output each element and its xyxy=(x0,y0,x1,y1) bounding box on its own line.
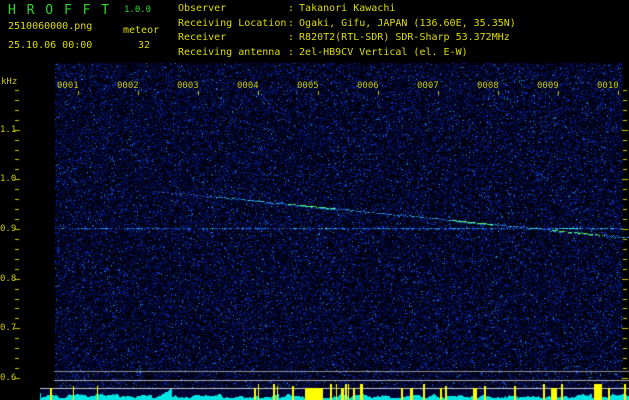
station-info-row: Receiving antenna:2el-HB9CV Vertical (el… xyxy=(178,46,516,61)
time-tick-label: 0003 xyxy=(177,81,199,91)
output-filename: 2510060000.png xyxy=(8,21,93,32)
freq-tick-label: 0.8 xyxy=(0,274,17,284)
station-info-block: Observer: Takanori Kawachi Receiving Locat… xyxy=(178,2,516,61)
freq-tick-label: 0.7 xyxy=(0,323,17,333)
info-label: Receiver xyxy=(178,32,227,44)
time-tick-label: 0009 xyxy=(537,81,559,91)
station-info-row: Receiving Location: Ogaki, Gifu, JAPAN (1… xyxy=(178,17,516,32)
hrofft-screen: H R O F F T 1.0.0 2510060000.png meteor … xyxy=(0,0,629,400)
freq-tick-label: 1.1 xyxy=(0,125,17,135)
info-separator: : xyxy=(288,17,295,29)
info-label: Receiving antenna xyxy=(178,47,281,59)
freq-axis-unit: kHz xyxy=(1,77,18,87)
info-value: Ogaki, Gifu, JAPAN (136.60E, 35.35N) xyxy=(299,17,516,29)
info-separator: : xyxy=(288,32,295,44)
station-info-row: Observer: Takanori Kawachi xyxy=(178,2,516,17)
record-timestamp: 25.10.06 00:00 xyxy=(8,40,93,51)
time-tick-label: 0010 xyxy=(597,81,619,91)
time-tick-label: 0007 xyxy=(417,81,439,91)
time-tick-label: 0005 xyxy=(297,81,319,91)
app-version: 1.0.0 xyxy=(124,5,152,15)
mode-label: meteor xyxy=(123,25,160,36)
info-separator: : xyxy=(288,3,295,14)
info-label: Receiving Location xyxy=(178,17,287,29)
time-tick-label: 0001 xyxy=(57,81,79,91)
freq-tick-label: 1.0 xyxy=(0,174,17,184)
app-title: H R O F F T xyxy=(8,3,111,18)
freq-tick-label: 0.6 xyxy=(0,373,17,383)
time-tick-label: 0002 xyxy=(117,81,139,91)
station-info-row: Receiver: R820T2(RTL-SDR) SDR-Sharp 53.37… xyxy=(178,31,516,46)
echo-count: 32 xyxy=(138,40,151,51)
info-separator: : xyxy=(288,47,295,59)
freq-tick-label: 0.9 xyxy=(0,224,17,234)
time-tick-label: 0008 xyxy=(477,81,499,91)
info-value: Takanori Kawachi xyxy=(299,3,396,14)
info-value: R820T2(RTL-SDR) SDR-Sharp 53.372MHz xyxy=(299,32,510,44)
info-label: Observer xyxy=(178,3,227,14)
time-tick-label: 0006 xyxy=(357,81,379,91)
info-value: 2el-HB9CV Vertical (el. E-W) xyxy=(299,47,468,59)
time-tick-label: 0004 xyxy=(237,81,259,91)
